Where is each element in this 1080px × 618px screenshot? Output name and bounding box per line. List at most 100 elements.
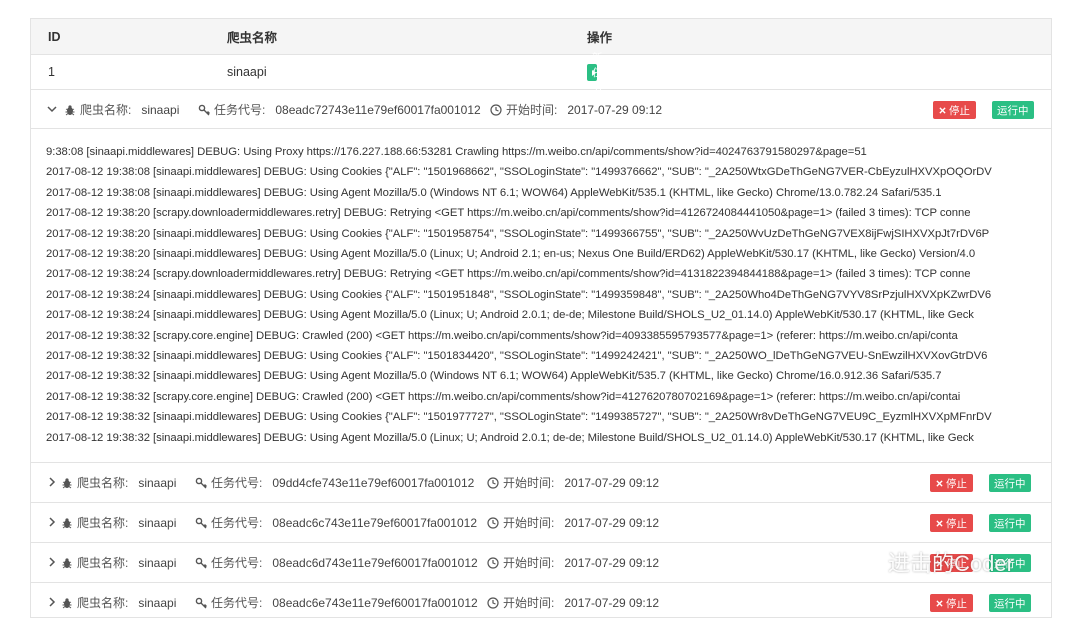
spider-name-label: 爬虫名称: xyxy=(80,103,132,117)
spider-task-panel: ID 爬虫名称 操作 1 sinaapi 新任务 爬虫名称: sinaapi 任务代… xyxy=(30,18,1052,618)
stop-button[interactable]: 停止 xyxy=(930,594,973,612)
start-time-label: 开始时间: xyxy=(503,516,555,530)
bug-icon xyxy=(61,597,73,609)
running-label: 运行中 xyxy=(997,104,1029,117)
start-time-label: 开始时间: xyxy=(503,476,555,490)
close-icon xyxy=(936,479,943,487)
task-id-field: 任务代号: 08eadc72743e11e79ef60017fa001012 xyxy=(198,90,481,129)
stop-label: 停止 xyxy=(946,477,967,490)
start-time-value: 2017-07-29 09:12 xyxy=(564,515,660,530)
log-line: 2017-08-12 19:38:08 [sinaapi.middlewares… xyxy=(46,166,992,179)
bug-icon xyxy=(61,557,73,569)
log-line: 2017-08-12 19:38:32 [sinaapi.middlewares… xyxy=(46,411,992,424)
task-id-value: 08eadc6d743e11e79ef60017fa001012 xyxy=(272,555,478,570)
start-time-value: 2017-07-29 09:12 xyxy=(567,102,663,117)
spider-name-label: 爬虫名称: xyxy=(77,476,129,490)
stop-button[interactable]: 停止 xyxy=(930,474,973,492)
running-status-button[interactable]: 运行中 xyxy=(992,101,1034,119)
task-spider-field: 爬虫名称: sinaapi xyxy=(61,543,176,582)
log-line: 2017-08-12 19:38:32 [sinaapi.middlewares… xyxy=(46,350,988,363)
chevron-right-icon[interactable] xyxy=(46,516,58,528)
spider-name-value: sinaapi xyxy=(141,102,180,117)
start-time-field: 开始时间: 2017-07-29 09:12 xyxy=(490,90,662,129)
key-icon xyxy=(195,477,207,489)
log-line: 2017-08-12 19:38:08 [sinaapi.middlewares… xyxy=(46,186,942,199)
running-status-button[interactable]: 运行中 xyxy=(989,594,1031,612)
clock-icon xyxy=(487,556,499,569)
clock-icon xyxy=(487,516,499,529)
chevron-right-icon[interactable] xyxy=(46,556,58,568)
spider-name-value: sinaapi xyxy=(138,555,177,570)
task-id-value: 09dd4cfe743e11e79ef60017fa001012 xyxy=(272,475,475,490)
start-time-value: 2017-07-29 09:12 xyxy=(564,555,660,570)
task-spider-field: 爬虫名称: sinaapi xyxy=(61,583,177,617)
stop-button[interactable]: 停止 xyxy=(930,514,973,532)
spider-name-value: sinaapi xyxy=(138,475,177,490)
bug-icon xyxy=(61,517,73,529)
start-time-field: 开始时间: 2017-07-29 09:12 xyxy=(487,583,659,617)
task-id-label: 任务代号: xyxy=(211,516,263,530)
row-id: 1 xyxy=(48,65,55,79)
log-line: 2017-08-12 19:38:32 [sinaapi.middlewares… xyxy=(46,431,974,444)
start-time-value: 2017-07-29 09:12 xyxy=(564,475,660,490)
task-row[interactable]: 爬虫名称: sinaapi 任务代号: 09dd4cfe743e11e79ef6001… xyxy=(31,463,1051,503)
start-time-label: 开始时间: xyxy=(503,596,555,610)
task-id-field: 任务代号: 09dd4cfe743e11e79ef60017fa001012 xyxy=(195,463,474,502)
task-spider-field: 爬虫名称: sinaapi xyxy=(64,90,179,129)
task-id-field: 任务代号: 08eadc6c743e11e79ef60017fa001012 xyxy=(195,503,477,542)
key-icon xyxy=(195,517,207,529)
start-time-field: 开始时间: 2017-07-29 09:12 xyxy=(487,463,659,502)
spider-name-value: sinaapi xyxy=(138,595,177,610)
clock-icon xyxy=(490,103,502,116)
log-line: 2017-08-12 19:38:32 [scrapy.core.engine]… xyxy=(46,329,958,342)
stop-label: 停止 xyxy=(949,104,970,117)
chevron-right-icon[interactable] xyxy=(46,476,58,488)
row-spider-name: sinaapi xyxy=(227,65,267,79)
task-log-output: 9:38:08 [sinaapi.middlewares] DEBUG: Usi… xyxy=(31,129,1051,463)
header-operations: 操作 xyxy=(587,31,613,45)
log-line: 2017-08-12 19:38:20 [sinaapi.middlewares… xyxy=(46,248,976,261)
spider-name-label: 爬虫名称: xyxy=(77,556,129,570)
close-icon xyxy=(936,519,943,527)
header-spider-name: 爬虫名称 xyxy=(227,31,278,45)
watermark-text: 进击的Coder xyxy=(888,551,1014,576)
chevron-down-icon[interactable] xyxy=(46,103,58,115)
task-row[interactable]: 爬虫名称: sinaapi 任务代号: 08eadc72743e11e79ef6001… xyxy=(31,90,1051,129)
task-id-value: 08eadc6e743e11e79ef60017fa001012 xyxy=(272,595,478,610)
table-row: 1 sinaapi 新任务 xyxy=(31,52,1051,94)
close-icon xyxy=(936,599,943,607)
task-id-field: 任务代号: 08eadc6d743e11e79ef60017fa001012 xyxy=(195,543,478,582)
table-header: ID 爬虫名称 操作 xyxy=(31,19,1051,55)
start-time-label: 开始时间: xyxy=(503,556,555,570)
wechat-icon xyxy=(844,549,879,574)
task-id-value: 08eadc72743e11e79ef60017fa001012 xyxy=(275,102,481,117)
task-row[interactable]: 爬虫名称: sinaapi 任务代号: 08eadc6e743e11e79ef6001… xyxy=(31,583,1051,617)
chevron-right-icon[interactable] xyxy=(46,596,58,608)
start-time-field: 开始时间: 2017-07-29 09:12 xyxy=(487,503,659,542)
bug-icon xyxy=(64,104,76,116)
new-task-label: 新任务 xyxy=(592,52,603,94)
stop-label: 停止 xyxy=(946,517,967,530)
running-status-button[interactable]: 运行中 xyxy=(989,474,1031,492)
wechat-watermark: 进击的Coder xyxy=(842,546,1014,578)
close-icon xyxy=(939,106,946,114)
task-row[interactable]: 爬虫名称: sinaapi 任务代号: 08eadc6c743e11e79ef6001… xyxy=(31,503,1051,543)
stop-button[interactable]: 停止 xyxy=(933,101,976,119)
running-label: 运行中 xyxy=(994,477,1026,490)
header-id: ID xyxy=(48,29,61,44)
log-line: 2017-08-12 19:38:20 [sinaapi.middlewares… xyxy=(46,227,990,240)
new-task-button[interactable]: 新任务 xyxy=(587,52,603,94)
task-id-value: 08eadc6c743e11e79ef60017fa001012 xyxy=(272,515,477,530)
clock-icon xyxy=(487,476,499,489)
log-line: 2017-08-12 19:38:24 [sinaapi.middlewares… xyxy=(46,309,974,322)
spider-name-value: sinaapi xyxy=(138,515,177,530)
start-time-label: 开始时间: xyxy=(506,103,558,117)
task-spider-field: 爬虫名称: sinaapi xyxy=(61,503,176,542)
task-list: 爬虫名称: sinaapi 任务代号: 08eadc72743e11e79ef6001… xyxy=(31,90,1051,617)
start-time-field: 开始时间: 2017-07-29 09:12 xyxy=(487,543,659,582)
task-spider-field: 爬虫名称: sinaapi xyxy=(61,463,176,502)
clock-icon xyxy=(487,596,499,609)
task-id-field: 任务代号: 08eadc6e743e11e79ef60017fa001012 xyxy=(195,583,478,617)
log-line: 2017-08-12 19:38:24 [sinaapi.middlewares… xyxy=(46,288,992,301)
running-status-button[interactable]: 运行中 xyxy=(989,514,1031,532)
